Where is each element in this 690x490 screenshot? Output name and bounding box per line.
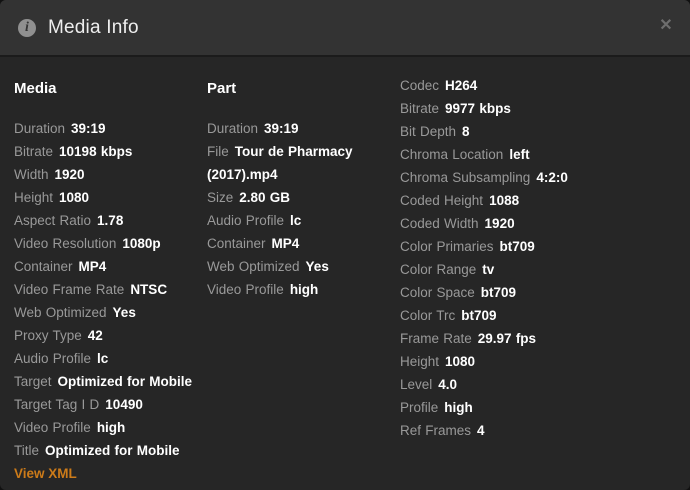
modal-title: Media Info xyxy=(48,16,139,38)
stream-row-color-range: Color Range tv xyxy=(400,262,495,277)
media-row-title: Title Optimized for Mobile xyxy=(14,443,180,458)
media-row-proxy-type: Proxy Type 42 xyxy=(14,328,103,343)
media-row-web-optimized: Web Optimized Yes xyxy=(14,305,136,320)
media-row-height: Height 1080 xyxy=(14,190,90,205)
stream-row-chroma-location: Chroma Location left xyxy=(400,147,530,162)
stream-row-bitrate: Bitrate 9977 kbps xyxy=(400,101,511,116)
video-stream-section: Codec H264 Bitrate 9977 kbps Bit Depth 8 Ch… xyxy=(400,57,682,442)
media-row-width: Width 1920 xyxy=(14,167,85,182)
media-row-video-resolution: Video Resolution 1080p xyxy=(14,236,161,251)
stream-row-level: Level 4.0 xyxy=(400,377,458,392)
part-row-file: File Tour de Pharmacy (2017).mp4 xyxy=(207,144,353,182)
stream-row-height: Height 1080 xyxy=(400,354,476,369)
part-section: Part Duration 39:19 File Tour de Pharmacy … xyxy=(207,57,391,301)
part-row-web-optimized: Web Optimized Yes xyxy=(207,259,329,274)
media-row-video-profile: Video Profile high xyxy=(14,420,126,435)
media-row-target-tag-id: Target Tag I D 10490 xyxy=(14,397,143,412)
modal-header: i Media Info ✕ xyxy=(0,0,690,57)
stream-row-bit-depth: Bit Depth 8 xyxy=(400,124,470,139)
part-row-duration: Duration 39:19 xyxy=(207,121,299,136)
stream-row-chroma-subsampling: Chroma Subsampling 4:2:0 xyxy=(400,170,568,185)
stream-row-codec: Codec H264 xyxy=(400,78,478,93)
media-row-target: Target Optimized for Mobile xyxy=(14,374,193,389)
stream-row-frame-rate: Frame Rate 29.97 fps xyxy=(400,331,537,346)
info-icon: i xyxy=(18,18,36,37)
stream-row-color-space: Color Space bt709 xyxy=(400,285,517,300)
stream-row-profile: Profile high xyxy=(400,400,473,415)
media-section: Media Duration 39:19 Bitrate 10198 kbps Wi… xyxy=(14,57,198,462)
media-section-title: Media xyxy=(14,80,57,97)
media-row-duration: Duration 39:19 xyxy=(14,121,106,136)
stream-row-coded-height: Coded Height 1088 xyxy=(400,193,520,208)
part-row-video-profile: Video Profile high xyxy=(207,282,319,297)
part-row-size: Size 2.80 GB xyxy=(207,190,291,205)
stream-row-ref-frames: Ref Frames 4 xyxy=(400,423,485,438)
media-row-video-frame-rate: Video Frame Rate NTSC xyxy=(14,282,168,297)
close-icon[interactable]: ✕ xyxy=(656,16,676,36)
modal-content: Media Duration 39:19 Bitrate 10198 kbps Wi… xyxy=(0,57,690,490)
stream-row-color-trc: Color Trc bt709 xyxy=(400,308,497,323)
part-row-audio-profile: Audio Profile lc xyxy=(207,213,302,228)
media-row-bitrate: Bitrate 10198 kbps xyxy=(14,144,133,159)
media-row-audio-profile: Audio Profile lc xyxy=(14,351,109,366)
media-row-container: Container MP4 xyxy=(14,259,107,274)
media-info-modal: i Media Info ✕ Media Duration 39:19 Bitra… xyxy=(0,0,690,490)
view-xml-link[interactable]: View XML xyxy=(14,462,77,485)
part-section-title: Part xyxy=(207,80,237,97)
stream-row-coded-width: Coded Width 1920 xyxy=(400,216,515,231)
stream-row-color-primaries: Color Primaries bt709 xyxy=(400,239,535,254)
part-row-container: Container MP4 xyxy=(207,236,300,251)
media-row-aspect-ratio: Aspect Ratio 1.78 xyxy=(14,213,124,228)
